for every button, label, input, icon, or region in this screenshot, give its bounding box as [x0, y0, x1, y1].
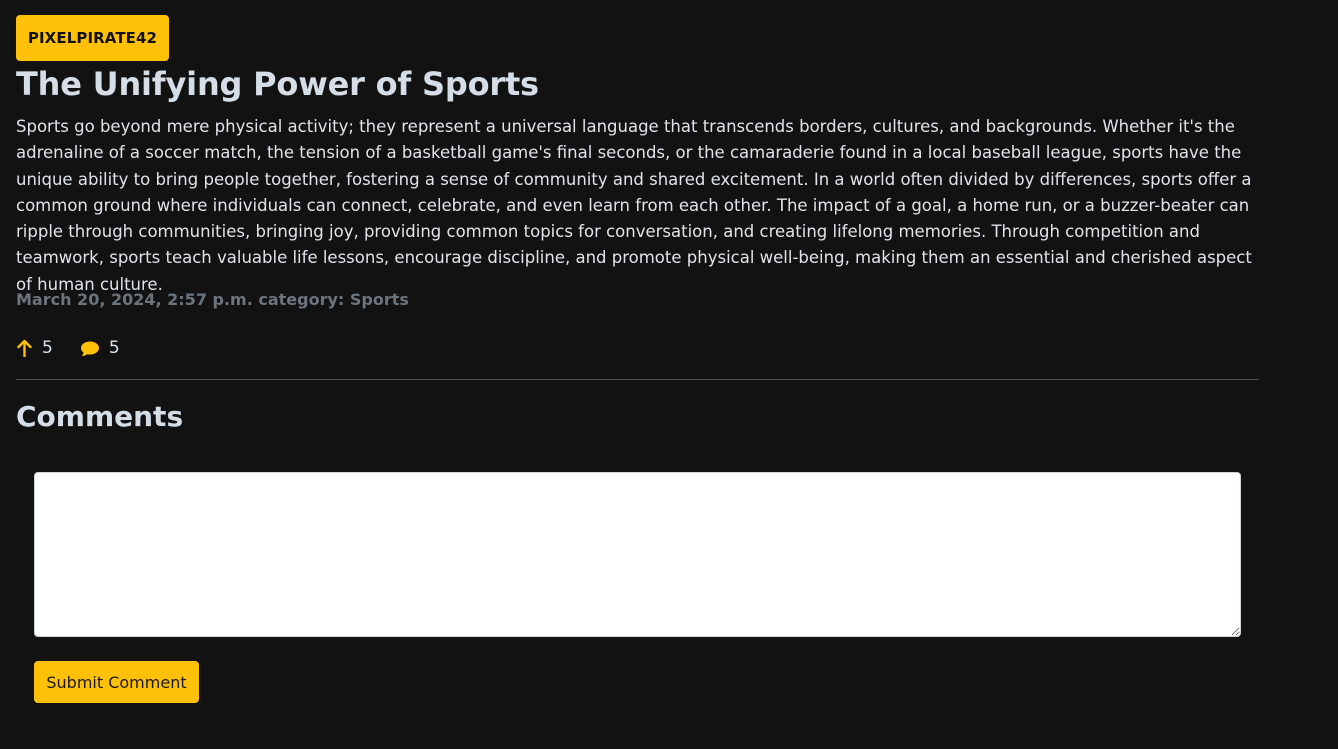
comments-heading: Comments — [16, 400, 184, 433]
post-body: Sports go beyond mere physical activity;… — [16, 117, 1252, 294]
divider — [16, 379, 1259, 380]
chat-bubble-icon — [80, 340, 100, 357]
post-meta: March 20, 2024, 2:57 p.m. category: Spor… — [16, 290, 409, 309]
comment-count: 5 — [108, 338, 120, 358]
submit-comment-button[interactable]: Submit Comment — [34, 661, 199, 703]
upvote-count: 5 — [42, 338, 53, 358]
arrow-up-icon — [16, 339, 33, 357]
comments-link[interactable]: 5 — [80, 338, 120, 358]
author-badge[interactable]: PIXELPIRATE42 — [16, 15, 169, 61]
comment-textarea[interactable] — [34, 472, 1241, 637]
post-title: The Unifying Power of Sports — [16, 65, 539, 103]
upvote-button[interactable]: 5 — [16, 338, 53, 358]
post-stats: 5 5 — [16, 336, 120, 360]
post-page: PIXELPIRATE42 The Unifying Power of Spor… — [0, 0, 1338, 749]
